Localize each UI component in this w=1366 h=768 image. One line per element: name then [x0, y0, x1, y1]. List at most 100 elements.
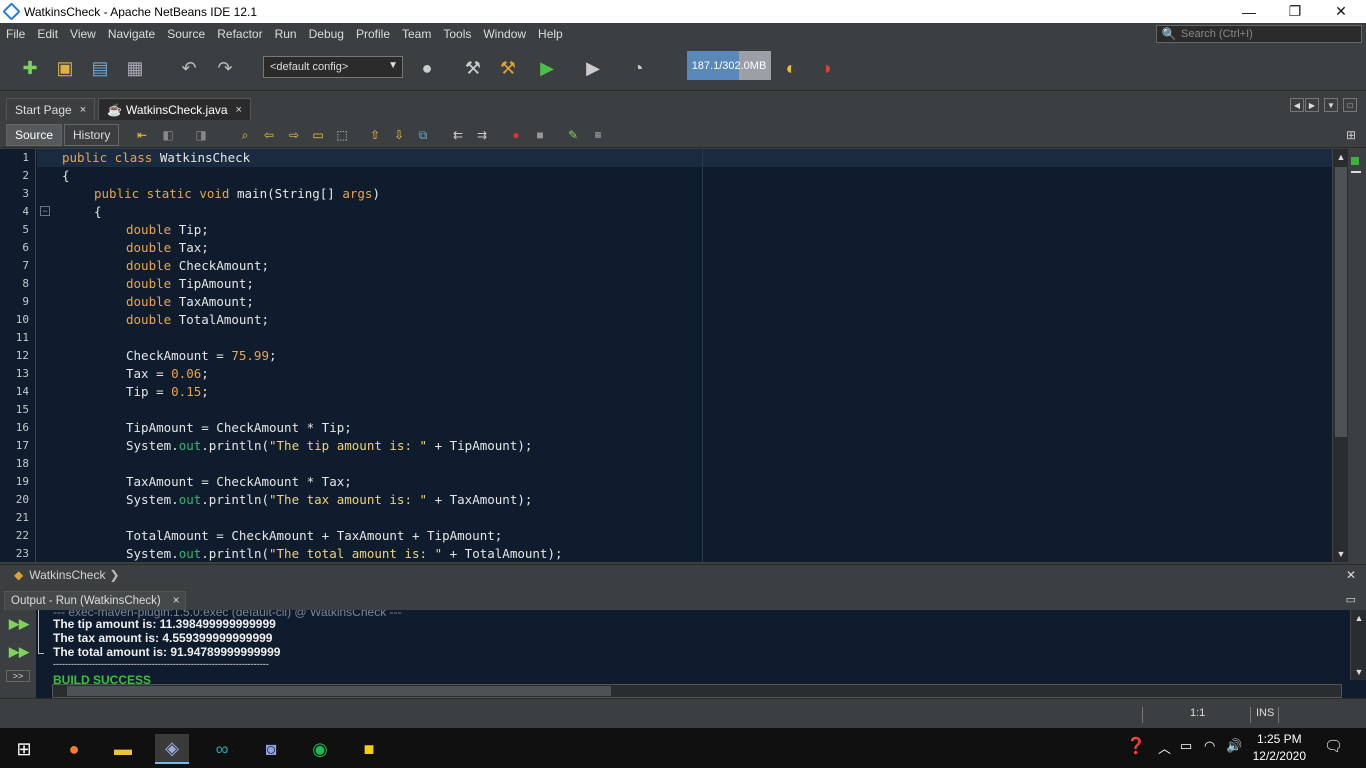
scroll-up-icon[interactable]: ▲	[1335, 151, 1347, 163]
wifi-icon[interactable]: ◠	[1204, 738, 1215, 754]
next-bookmark-icon[interactable]: ⇩	[391, 128, 407, 142]
config-select[interactable]: <default config> ▼	[263, 56, 403, 78]
volume-icon[interactable]: 🔊	[1226, 738, 1242, 754]
open-project-icon[interactable]: ▤	[87, 55, 113, 81]
sticky-notes-icon[interactable]: ■	[352, 734, 386, 764]
taskbar-clock[interactable]: 1:25 PM 12/2/2020	[1253, 731, 1306, 765]
menu-edit[interactable]: Edit	[31, 27, 64, 41]
tab-start-page[interactable]: Start Page ×	[6, 98, 96, 120]
output-panel[interactable]: ▶▶ ▶▶ >> --- exec-maven-plugin:1.5.0:exe…	[0, 610, 1366, 698]
firefox-icon[interactable]: ●	[57, 734, 91, 764]
output-vertical-scrollbar[interactable]: ▲ ▼	[1350, 610, 1366, 680]
split-editor-icon[interactable]: ⊞	[1343, 128, 1359, 142]
last-edit-icon[interactable]: ⇤	[134, 128, 150, 142]
memory-indicator[interactable]: 187.1/302.0MB	[687, 51, 771, 80]
menu-tools[interactable]: Tools	[437, 27, 477, 41]
spotify-icon[interactable]: ◉	[303, 734, 337, 764]
file-explorer-icon[interactable]: ▬	[106, 734, 140, 764]
menu-debug[interactable]: Debug	[303, 27, 350, 41]
menu-help[interactable]: Help	[532, 27, 569, 41]
back-icon[interactable]: ◧	[160, 128, 176, 142]
notification-icon[interactable]: 🗨	[1324, 737, 1343, 755]
rect-selection-icon[interactable]: ⬚	[334, 128, 350, 142]
minimize-button[interactable]: —	[1226, 0, 1272, 23]
uncomment-icon[interactable]: ≡	[590, 128, 606, 142]
start-windows-icon[interactable]: ⊞	[7, 734, 41, 764]
shift-right-icon[interactable]: ⇉	[474, 128, 490, 142]
save-all-icon[interactable]: ▦	[122, 55, 148, 81]
show-hidden-icons-icon[interactable]: ︿	[1158, 738, 1171, 757]
scrollbar-thumb[interactable]	[1335, 167, 1347, 437]
gc-icon[interactable]: ◐	[778, 55, 804, 81]
more-actions-icon[interactable]: >>	[6, 670, 30, 682]
source-view-button[interactable]: Source	[6, 124, 63, 146]
line-number: 3	[22, 187, 29, 200]
clean-build-icon[interactable]: ⚒	[495, 55, 521, 81]
fold-collapse-icon[interactable]: −	[40, 206, 50, 216]
menu-view[interactable]: View	[64, 27, 102, 41]
windows-taskbar: ⊞ ● ▬ ◈ ∞ ◙ ◉ ■ ❓ ︿ ▭ ◠ 🔊 1:25 PM 12/2/2…	[0, 728, 1366, 768]
scrollbar-thumb[interactable]	[67, 686, 611, 696]
toggle-bookmark-icon[interactable]: ⧉	[415, 128, 431, 142]
help-icon[interactable]: ❓	[1126, 736, 1146, 756]
output-horizontal-scrollbar[interactable]	[52, 684, 1342, 698]
shift-left-icon[interactable]: ⇇	[450, 128, 466, 142]
rerun-icon[interactable]: ▶▶	[9, 616, 29, 634]
breadcrumb-item[interactable]: WatkinsCheck	[29, 568, 105, 582]
stop-macro-icon[interactable]: ■	[532, 128, 548, 142]
comment-icon[interactable]: ✎	[565, 128, 581, 142]
maximize-button[interactable]: ❐	[1272, 0, 1318, 23]
close-icon[interactable]: ×	[173, 595, 180, 607]
find-next-icon[interactable]: ⇨	[286, 128, 302, 142]
find-previous-icon[interactable]: ⇦	[261, 128, 277, 142]
new-project-icon[interactable]: ▣	[52, 55, 78, 81]
arduino-icon[interactable]: ∞	[205, 734, 239, 764]
menu-navigate[interactable]: Navigate	[102, 27, 161, 41]
menu-window[interactable]: Window	[477, 27, 532, 41]
close-icon[interactable]: ×	[236, 104, 242, 116]
profiler-snapshot-icon[interactable]: ◑	[813, 55, 839, 81]
find-selection-icon[interactable]: ⌕	[237, 128, 253, 142]
start-macro-icon[interactable]: ●	[508, 128, 524, 142]
tab-scroll-right-icon[interactable]: ▶	[1305, 98, 1319, 112]
menu-source[interactable]: Source	[161, 27, 211, 41]
forward-icon[interactable]: ◨	[193, 128, 209, 142]
search-input[interactable]: 🔍 Search (Ctrl+I)	[1156, 25, 1362, 43]
editor-vertical-scrollbar[interactable]: ▲ ▼	[1332, 149, 1348, 562]
debug-icon[interactable]: ▶	[580, 55, 606, 81]
build-hammer-icon[interactable]: ⚒	[460, 55, 486, 81]
tab-scroll-left-icon[interactable]: ◀	[1290, 98, 1304, 112]
clock-time: 1:25 PM	[1256, 732, 1302, 746]
close-icon[interactable]: ×	[80, 104, 86, 116]
previous-bookmark-icon[interactable]: ⇧	[367, 128, 383, 142]
run-icon[interactable]: ▶	[534, 55, 560, 81]
globe-icon[interactable]: ●	[414, 55, 440, 81]
discord-icon[interactable]: ◙	[254, 734, 288, 764]
profile-icon[interactable]: ◔	[625, 55, 651, 81]
menu-refactor[interactable]: Refactor	[211, 27, 268, 41]
battery-icon[interactable]: ▭	[1180, 738, 1192, 754]
tab-list-icon[interactable]: ▼	[1324, 98, 1338, 112]
tab-output-run[interactable]: Output - Run (WatkinsCheck) ×	[4, 591, 187, 610]
scroll-down-icon[interactable]: ▼	[1353, 666, 1365, 678]
code-editor[interactable]: 1 2 3 4 5 6 7 8 9 10 11 12 13 14 15 16 17 18 19 20 21 22 23 − …	[0, 149, 1348, 562]
history-view-button[interactable]: History	[64, 124, 120, 146]
undo-icon[interactable]: ↶	[176, 55, 202, 81]
new-file-icon[interactable]: ✚	[17, 55, 43, 81]
close-breadcrumb-icon[interactable]: ✕	[1346, 568, 1356, 582]
menu-team[interactable]: Team	[396, 27, 437, 41]
scroll-down-icon[interactable]: ▼	[1335, 548, 1347, 560]
maximize-editor-icon[interactable]: □	[1343, 98, 1357, 112]
tab-watkinscheck-java[interactable]: ☕ WatkinsCheck.java ×	[98, 98, 251, 120]
caret-mark-icon	[1351, 171, 1361, 173]
toggle-highlight-icon[interactable]: ▭	[310, 128, 326, 142]
netbeans-taskbar-icon[interactable]: ◈	[155, 734, 189, 764]
menu-run[interactable]: Run	[269, 27, 303, 41]
redo-icon[interactable]: ↷	[212, 55, 238, 81]
minimize-panel-icon[interactable]: ▭	[1346, 593, 1356, 606]
rerun-with-params-icon[interactable]: ▶▶	[9, 644, 29, 662]
close-window-button[interactable]: ✕	[1318, 0, 1364, 23]
scroll-up-icon[interactable]: ▲	[1353, 612, 1365, 624]
menu-file[interactable]: File	[0, 27, 31, 41]
menu-profile[interactable]: Profile	[350, 27, 396, 41]
